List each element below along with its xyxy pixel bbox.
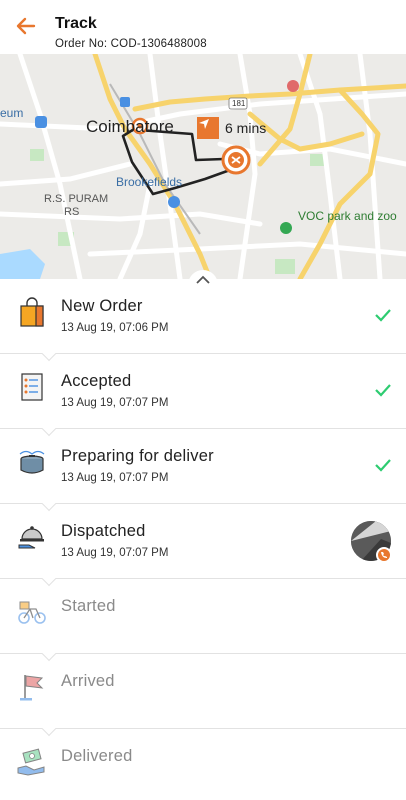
tracking-map[interactable]: eum Coimbatore Brookefields R.S. PURAM R… <box>0 54 406 279</box>
eta-badge: 6 mins <box>197 117 266 139</box>
step-delivered: Delivered <box>0 729 406 800</box>
top-bar: Track Order No: COD-1306488008 <box>0 0 406 54</box>
status-timeline: New Order 13 Aug 19, 07:06 PM Accepted 1… <box>0 279 406 800</box>
checklist-icon <box>21 373 43 401</box>
eta-text: 6 mins <box>225 120 267 136</box>
step-accepted: Accepted 13 Aug 19, 07:07 PM <box>0 354 406 437</box>
step-preparing: Preparing for deliver 13 Aug 19, 07:07 P… <box>0 429 406 512</box>
map-label-city: Coimbatore <box>86 117 174 136</box>
step-label: Dispatched <box>61 522 146 540</box>
step-label: Delivered <box>61 747 133 765</box>
step-dispatched: Dispatched 13 Aug 19, 07:07 PM <box>0 504 406 587</box>
map-label-rs: RS <box>64 206 80 218</box>
step-label: Preparing for deliver <box>61 447 214 465</box>
step-time: 13 Aug 19, 07:07 PM <box>61 547 169 559</box>
map-label-rspuram: R.S. PURAM <box>44 193 109 205</box>
navigation-arrow-icon <box>197 117 219 139</box>
map-canvas <box>0 54 406 279</box>
handing-money-icon <box>17 748 45 776</box>
step-time: 13 Aug 19, 07:07 PM <box>61 472 169 484</box>
step-label: New Order <box>61 297 143 315</box>
step-label: Accepted <box>61 372 132 390</box>
check-icon <box>375 384 391 397</box>
step-arrived: Arrived <box>0 654 406 737</box>
back-arrow-icon[interactable] <box>14 14 38 38</box>
map-label-road: 181 <box>232 99 246 108</box>
step-started: Started <box>0 579 406 662</box>
phone-call-icon[interactable] <box>376 547 392 563</box>
order-number: Order No: COD-1306488008 <box>55 38 207 50</box>
step-new-order: New Order 13 Aug 19, 07:06 PM <box>0 279 406 362</box>
check-icon <box>375 459 391 472</box>
bicycle-icon <box>18 601 46 624</box>
flag-icon <box>20 675 44 701</box>
step-label: Started <box>61 597 116 615</box>
map-label-museum: eum <box>0 106 24 120</box>
chevron-up-icon <box>196 275 210 284</box>
page-title: Track <box>55 15 97 32</box>
step-label: Arrived <box>61 672 115 690</box>
map-label-brookefields: Brookefields <box>116 175 183 189</box>
serving-dish-icon <box>18 526 44 549</box>
check-icon <box>375 309 391 322</box>
step-time: 13 Aug 19, 07:06 PM <box>61 322 169 334</box>
shopping-bag-icon <box>20 297 44 327</box>
cooking-pot-icon <box>19 450 45 474</box>
step-time: 13 Aug 19, 07:07 PM <box>61 397 169 409</box>
map-label-park: VOC park and zoo <box>298 209 397 223</box>
